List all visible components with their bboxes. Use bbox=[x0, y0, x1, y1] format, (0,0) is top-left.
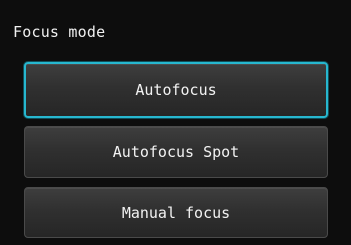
option-autofocus[interactable]: Autofocus bbox=[24, 62, 328, 118]
option-manual-focus-label: Manual focus bbox=[121, 203, 231, 222]
option-autofocus-label: Autofocus bbox=[135, 81, 217, 99]
option-autofocus-spot-label: Autofocus Spot bbox=[112, 143, 240, 161]
menu-title: Focus mode bbox=[13, 23, 106, 41]
option-autofocus-spot[interactable]: Autofocus Spot bbox=[24, 126, 328, 178]
focus-mode-menu: Focus mode Autofocus Autofocus Spot Manu… bbox=[0, 0, 351, 245]
option-manual-focus[interactable]: Manual focus bbox=[24, 187, 328, 238]
